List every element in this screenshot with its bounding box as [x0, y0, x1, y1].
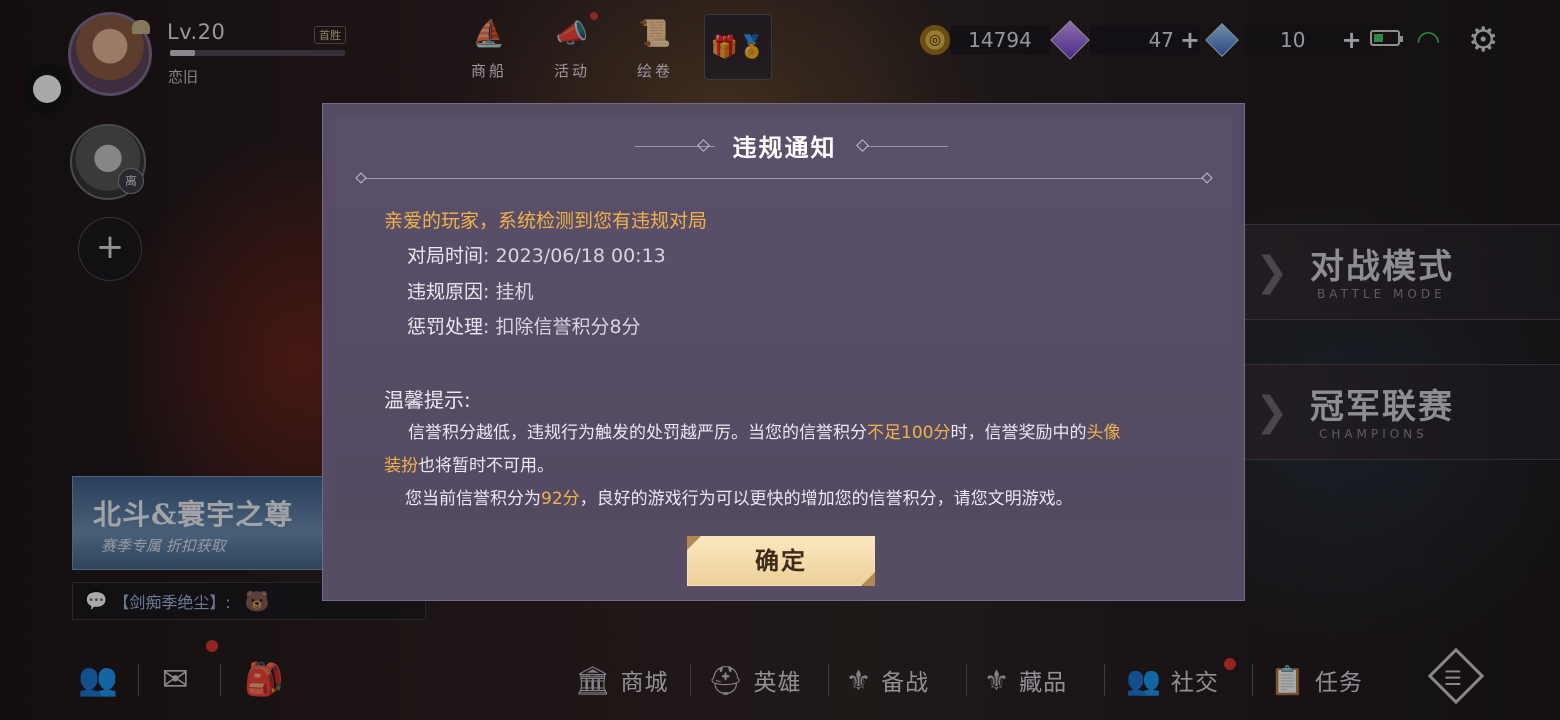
tip1-highlight-dress: 装扮 — [384, 456, 418, 476]
penalty-label: 惩罚处理 — [407, 316, 484, 338]
tip1-text-c: 时，信誉奖励中的 — [950, 423, 1087, 443]
match-time-row: 对局时间: 2023/06/18 00:13 — [407, 241, 666, 268]
tip2-text-a: 您当前信誉积分为 — [405, 489, 541, 509]
violation-reason-value: : 挂机 — [483, 281, 534, 303]
violation-reason-label: 违规原因 — [407, 281, 484, 303]
match-time-label: 对局时间 — [407, 245, 484, 267]
confirm-button[interactable]: 确定 — [687, 536, 875, 586]
tip-title: 温馨提示: — [384, 388, 471, 412]
dialog-title: 违规通知 — [732, 134, 837, 162]
penalty-value: : 扣除信誉积分8分 — [483, 316, 641, 338]
violation-reason-row: 违规原因: 挂机 — [407, 277, 533, 304]
match-time-value: : 2023/06/18 00:13 — [483, 245, 666, 267]
penalty-row: 惩罚处理: 扣除信誉积分8分 — [407, 312, 641, 339]
tip2-text-c: ，良好的游戏行为可以更快的增加您的信誉积分，请您文明游戏。 — [579, 489, 1073, 509]
violation-notice-dialog: 违规通知 亲爱的玩家，系统检测到您有违规对局 对局时间: 2023/06/18 … — [322, 103, 1245, 601]
tip1-text-f: 也将暂时不可用。 — [418, 456, 554, 476]
tip-paragraph-2: 您当前信誉积分为92分，良好的游戏行为可以更快的增加您的信誉积分，请您文明游戏。 — [384, 483, 1194, 516]
tip2-highlight-score: 92分 — [541, 489, 580, 509]
tip1-highlight-avatar: 头像 — [1086, 423, 1121, 443]
violation-greeting: 亲爱的玩家，系统检测到您有违规对局 — [384, 210, 708, 232]
tip-paragraph-1: 信誉积分越低，违规行为触发的处罚越严厉。当您的信誉积分不足100分时，信誉奖励中… — [384, 417, 1194, 483]
title-ornament-line — [868, 146, 948, 147]
tip1-highlight-threshold: 不足100分 — [867, 423, 951, 443]
tip1-text-a: 信誉积分越低，违规行为触发的处罚越严厉。当您的信誉积分 — [408, 423, 867, 443]
title-divider — [361, 178, 1207, 179]
